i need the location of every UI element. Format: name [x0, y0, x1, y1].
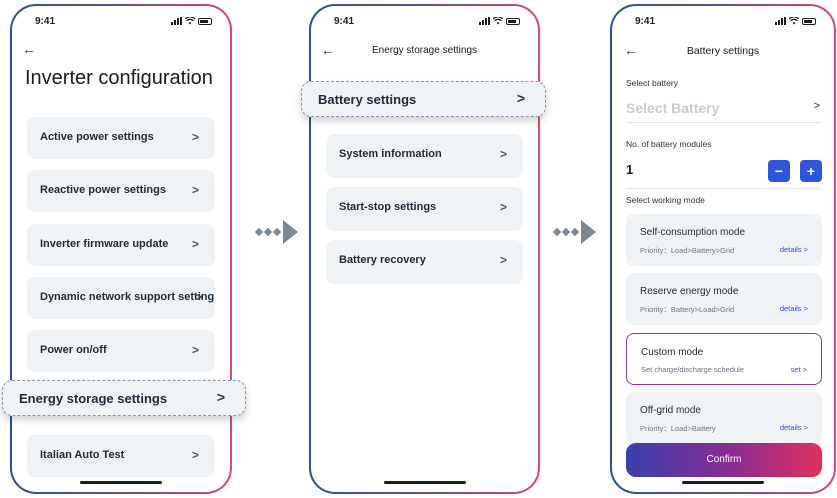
- details-link[interactable]: details >: [780, 304, 808, 313]
- working-mode-label: Select working mode: [626, 195, 705, 205]
- menu-item-label: Power on/off: [40, 344, 107, 356]
- menu-item-label: Reactive power settings: [40, 184, 166, 196]
- increment-button[interactable]: +: [800, 160, 822, 182]
- chevron-right-icon: >: [216, 389, 225, 405]
- status-time: 9:41: [635, 16, 656, 27]
- arrow-right-icon: [552, 220, 596, 244]
- menu-item-firmware-update[interactable]: Inverter firmware update >: [27, 224, 215, 266]
- battery-icon: [506, 17, 520, 25]
- status-bar: 9:41: [311, 15, 538, 29]
- menu-item-italian-auto-test[interactable]: Italian Auto Test >: [27, 435, 215, 477]
- set-link[interactable]: set >: [791, 365, 807, 374]
- chevron-right-icon: >: [194, 290, 202, 304]
- chevron-right-icon: >: [191, 237, 199, 251]
- page-title: Battery settings: [686, 45, 760, 57]
- signal-icon: [171, 17, 182, 25]
- status-bar: 9:41: [612, 15, 834, 29]
- mode-title: Custom mode: [641, 347, 704, 358]
- signal-icon: [479, 17, 490, 25]
- mode-subtitle: Priority：Load>Battery>Grid: [640, 246, 735, 255]
- phone-screen-battery-settings: 9:41 ← Battery settings Select battery S…: [610, 4, 836, 494]
- mode-subtitle: Priority：Load>Battery: [640, 424, 716, 433]
- battery-icon: [198, 17, 212, 25]
- mode-title: Reserve energy mode: [640, 286, 739, 297]
- status-bar: 9:41: [12, 15, 230, 29]
- chevron-right-icon: >: [191, 183, 199, 197]
- menu-item-battery-recovery[interactable]: Battery recovery >: [326, 240, 523, 284]
- mode-card-custom[interactable]: Custom mode Set charge/discharge schedul…: [626, 333, 822, 385]
- select-battery-dropdown[interactable]: Select Battery >: [626, 96, 822, 123]
- mode-title: Self-consumption mode: [640, 227, 746, 238]
- select-battery-label: Select battery: [626, 78, 678, 88]
- menu-item-reactive-power[interactable]: Reactive power settings >: [27, 170, 215, 212]
- modules-label: No. of battery modules: [626, 139, 712, 149]
- phone-screen-inverter-configuration: 9:41 ← Inverter configuration Active pow…: [10, 4, 232, 494]
- home-indicator: [682, 481, 764, 484]
- arrow-right-icon: [254, 220, 298, 244]
- mode-card-reserve-energy[interactable]: Reserve energy mode Priority：Battery>Loa…: [626, 273, 822, 325]
- chevron-right-icon: >: [191, 343, 199, 357]
- chevron-right-icon: >: [516, 90, 525, 106]
- menu-item-start-stop-settings[interactable]: Start-stop settings >: [326, 187, 523, 231]
- mode-title: Off-grid mode: [640, 405, 701, 416]
- chevron-right-icon: >: [499, 253, 507, 267]
- wifi-icon: [493, 17, 503, 25]
- page-title: Inverter configuration: [25, 67, 213, 89]
- chevron-right-icon: >: [191, 130, 199, 144]
- menu-item-battery-settings-highlight[interactable]: Battery settings >: [301, 81, 546, 117]
- decrement-button[interactable]: −: [768, 160, 790, 182]
- menu-item-label: Italian Auto Test: [40, 449, 125, 461]
- confirm-button[interactable]: Confirm: [626, 443, 822, 477]
- mode-subtitle: Priority：Battery>Load>Grid: [640, 305, 735, 314]
- wifi-icon: [789, 17, 799, 25]
- status-time: 9:41: [334, 16, 355, 27]
- chevron-right-icon: >: [813, 100, 820, 112]
- menu-item-label: Active power settings: [40, 131, 154, 143]
- signal-icon: [775, 17, 786, 25]
- status-time: 9:41: [35, 16, 56, 27]
- menu-item-label: System information: [339, 148, 442, 160]
- mode-subtitle: Set charge/discharge schedule: [641, 365, 744, 374]
- page-title: Energy storage settings: [371, 45, 478, 56]
- battery-icon: [802, 17, 816, 25]
- back-arrow-icon[interactable]: ←: [22, 41, 36, 57]
- menu-item-active-power[interactable]: Active power settings >: [27, 117, 215, 159]
- menu-item-label: Inverter firmware update: [40, 238, 169, 250]
- phone-screen-energy-storage-settings: 9:41 ← Energy storage settings System in…: [309, 4, 540, 494]
- home-indicator: [80, 481, 162, 484]
- callout-label: Battery settings: [318, 92, 417, 107]
- callout-label: Energy storage settings: [19, 391, 168, 406]
- details-link[interactable]: details >: [780, 245, 808, 254]
- chevron-right-icon: >: [191, 448, 199, 462]
- mode-card-self-consumption[interactable]: Self-consumption mode Priority：Load>Batt…: [626, 214, 822, 266]
- menu-item-energy-storage-highlight[interactable]: Energy storage settings >: [2, 380, 246, 416]
- menu-item-dynamic-network[interactable]: Dynamic network support setting >: [27, 277, 215, 319]
- menu-item-label: Start-stop settings: [339, 201, 437, 213]
- menu-item-system-information[interactable]: System information >: [326, 134, 523, 178]
- details-link[interactable]: details >: [780, 423, 808, 432]
- home-indicator: [383, 481, 466, 484]
- menu-item-label: Battery recovery: [339, 254, 426, 266]
- wifi-icon: [185, 17, 195, 25]
- mode-card-off-grid[interactable]: Off-grid mode Priority：Load>Battery deta…: [626, 392, 822, 444]
- chevron-right-icon: >: [499, 200, 507, 214]
- menu-item-power-on-off[interactable]: Power on/off >: [27, 330, 215, 372]
- modules-value[interactable]: 1: [626, 162, 633, 177]
- divider: [626, 188, 822, 189]
- select-battery-placeholder: Select Battery: [626, 100, 720, 116]
- chevron-right-icon: >: [499, 147, 507, 161]
- menu-item-label: Dynamic network support setting: [40, 291, 215, 303]
